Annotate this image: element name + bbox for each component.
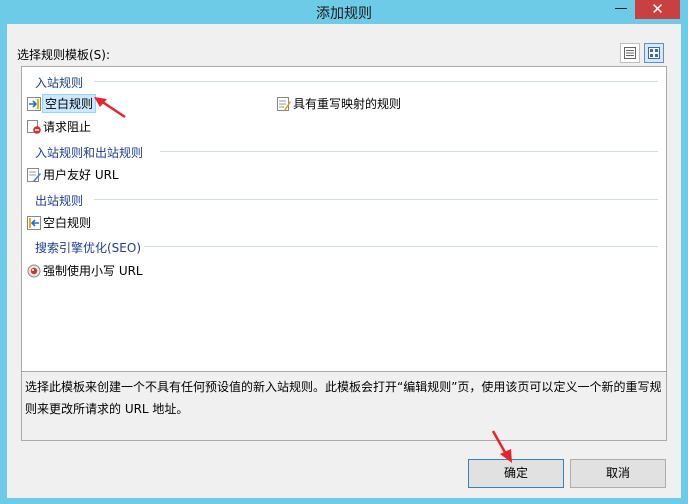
template-label: 用户友好 URL (43, 168, 119, 182)
template-label: 具有重写映射的规则 (293, 97, 402, 111)
friendly-url-icon (27, 167, 41, 182)
block-icon (27, 119, 41, 134)
group-divider (94, 199, 658, 200)
group-inbound-rules: 入站规则 (35, 76, 84, 90)
template-friendly-url[interactable]: 用户友好 URL (27, 166, 119, 183)
annotation-arrow-icon (94, 97, 126, 119)
template-request-block[interactable]: 请求阻止 (27, 118, 91, 135)
template-select-label: 选择规则模板(S): (17, 48, 111, 62)
tiles-view-button[interactable] (644, 43, 664, 63)
ok-button[interactable]: 确定 (468, 459, 564, 488)
window-title: 添加规则 (316, 6, 372, 22)
outbound-rule-icon (27, 215, 41, 230)
template-label: 空白规则 (41, 94, 97, 113)
template-blank-outbound-rule[interactable]: 空白规则 (27, 214, 91, 231)
inbound-rule-icon (27, 96, 41, 111)
group-divider (160, 151, 658, 152)
template-label: 强制使用小写 URL (43, 264, 143, 278)
template-label: 请求阻止 (43, 120, 92, 134)
group-inbound-outbound-rules: 入站规则和出站规则 (35, 146, 144, 160)
group-divider (144, 246, 658, 247)
group-divider (94, 81, 658, 82)
close-button[interactable]: ✕ (635, 0, 680, 19)
tiles-view-icon (648, 47, 660, 59)
template-rewrite-map-rule[interactable]: 具有重写映射的规则 (277, 95, 401, 112)
title-bar: 添加规则 — ✕ (0, 0, 688, 24)
template-label: 空白规则 (43, 216, 92, 230)
details-view-button[interactable] (620, 43, 640, 63)
template-description: 选择此模板来创建一个不具有任何预设值的新入站规则。此模板会打开“编辑规则”页，使… (21, 372, 667, 441)
cancel-button[interactable]: 取消 (570, 459, 666, 488)
minimize-button[interactable]: — (607, 0, 635, 19)
template-blank-inbound-rule[interactable]: 空白规则 (27, 94, 97, 113)
seo-icon (27, 264, 41, 277)
group-outbound-rules: 出站规则 (35, 194, 84, 208)
template-lowercase-url[interactable]: 强制使用小写 URL (27, 262, 143, 279)
rewrite-map-icon (277, 96, 291, 111)
details-view-icon (624, 47, 636, 59)
group-seo: 搜索引擎优化(SEO) (35, 241, 142, 255)
annotation-arrow-icon (491, 430, 512, 463)
